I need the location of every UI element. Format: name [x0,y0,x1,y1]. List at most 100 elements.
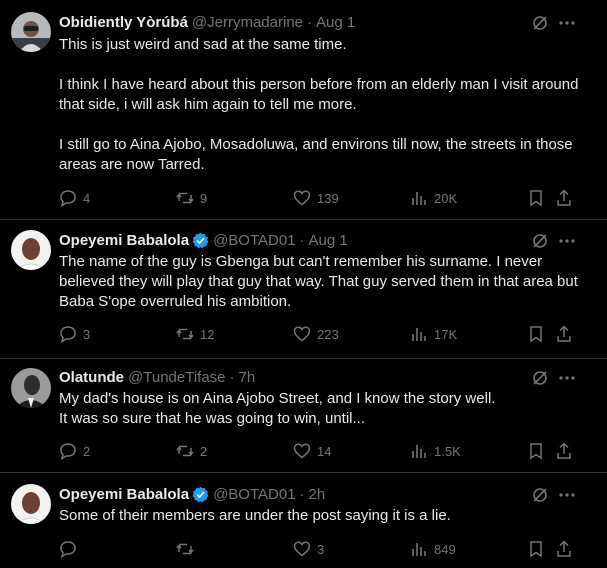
like-button[interactable]: 223 [293,324,339,344]
tweet-2[interactable]: Opeyemi Babalola @BOTAD01 · Aug 1 The na… [0,220,607,358]
separator-dot: · [229,368,235,386]
verified-badge-icon [192,232,209,249]
tweet-1[interactable]: Obidiently Yòrúbá @Jerrymadarine · Aug 1… [0,0,607,219]
reply-icon [60,190,76,207]
tweet-4[interactable]: Opeyemi Babalola @BOTAD01 · 2h Some of t… [0,473,607,568]
grok-icon[interactable] [531,486,549,504]
bookmark-button[interactable] [527,324,545,344]
repost-icon [176,445,194,457]
views-icon [412,543,426,556]
timestamp[interactable]: 2h [309,486,326,503]
like-button[interactable]: 3 [293,539,324,559]
display-name[interactable]: Obidiently Yòrúbá [59,14,188,31]
repost-count: 12 [200,326,215,342]
user-handle[interactable]: @BOTAD01 [213,232,295,249]
like-icon [293,443,311,459]
like-count: 3 [317,541,325,557]
views-count: 17K [434,326,458,342]
like-count: 223 [317,326,339,342]
timestamp[interactable]: 7h [239,369,256,386]
views-count: 1.5K [434,443,461,459]
action-bar: 2 2 14 1.5K [59,441,589,461]
grok-icon[interactable] [531,14,549,32]
avatar[interactable] [11,230,51,270]
user-handle[interactable]: @TundeTifase [128,369,226,386]
avatar-image [11,230,51,270]
like-icon [293,326,311,342]
bookmark-icon [530,541,542,558]
views-icon [412,328,426,341]
verified-badge-icon [192,486,209,503]
bookmark-icon [530,326,542,343]
tweet-text: The name of the guy is Gbenga but can't … [59,252,589,312]
like-button[interactable]: 14 [293,441,331,461]
tweet-paragraph: This is just weird and sad at the same t… [59,36,347,53]
tweet-header: Olatunde @TundeTifase · 7h [59,367,255,387]
tweet-paragraph: The name of the guy is Gbenga but can't … [59,253,578,310]
action-bar: 4 9 139 20K [59,188,589,208]
repost-icon [176,543,194,555]
share-icon [557,325,571,342]
views-icon [412,192,426,205]
action-bar: 3 849 [59,539,589,559]
avatar[interactable] [11,368,51,408]
separator-dot: · [307,13,312,31]
views-button[interactable]: 17K [410,324,457,344]
share-icon [557,540,571,557]
tweet-paragraph: I still go to Aina Ajobo, Mosadoluwa, an… [59,136,573,173]
bookmark-button[interactable] [527,539,545,559]
share-icon [557,189,571,206]
display-name[interactable]: Opeyemi Babalola [59,232,189,249]
grok-icon[interactable] [531,232,549,250]
reply-button[interactable]: 2 [59,441,90,461]
more-icon[interactable] [558,232,576,250]
share-button[interactable] [555,539,573,559]
reply-icon [60,326,76,343]
views-button[interactable]: 1.5K [410,441,461,461]
share-button[interactable] [555,441,573,461]
bookmark-button[interactable] [527,188,545,208]
bookmark-icon [530,443,542,460]
repost-icon [176,192,194,204]
repost-button[interactable]: 12 [176,324,214,344]
tweet-header: Opeyemi Babalola @BOTAD01 · 2h [59,484,325,504]
display-name[interactable]: Olatunde [59,369,124,386]
grok-icon[interactable] [531,369,549,387]
display-name[interactable]: Opeyemi Babalola [59,486,189,503]
timestamp[interactable]: Aug 1 [316,14,355,31]
views-icon [412,445,426,458]
tweet-text: My dad's house is on Aina Ajobo Street, … [59,389,589,429]
tweet-3[interactable]: Olatunde @TundeTifase · 7h My dad's hous… [0,359,607,472]
action-bar: 3 12 223 17K [59,324,589,344]
share-button[interactable] [555,188,573,208]
reply-button[interactable]: 4 [59,188,90,208]
views-button[interactable]: 849 [410,539,456,559]
user-handle[interactable]: @Jerrymadarine [192,14,303,31]
reply-count: 3 [83,326,91,342]
more-icon[interactable] [558,486,576,504]
share-icon [557,442,571,459]
repost-button[interactable]: 2 [176,441,207,461]
bookmark-button[interactable] [527,441,545,461]
more-icon[interactable] [558,369,576,387]
views-count: 849 [434,541,456,557]
more-icon[interactable] [558,14,576,32]
views-button[interactable]: 20K [410,188,457,208]
share-button[interactable] [555,324,573,344]
like-icon [293,541,311,557]
tweet-paragraph: My dad's house is on Aina Ajobo Street, … [59,390,496,407]
views-count: 20K [434,190,458,206]
like-icon [293,190,311,206]
timestamp[interactable]: Aug 1 [309,232,348,249]
avatar-image [11,484,51,524]
repost-button[interactable]: 9 [176,188,207,208]
repost-button[interactable] [176,539,200,559]
avatar[interactable] [11,484,51,524]
separator-dot: · [299,485,305,503]
user-handle[interactable]: @BOTAD01 [213,486,295,503]
reply-button[interactable] [59,539,83,559]
reply-button[interactable]: 3 [59,324,90,344]
tweet-paragraph: I think I have heard about this person b… [59,76,579,113]
like-button[interactable]: 139 [293,188,339,208]
avatar[interactable] [11,12,51,52]
